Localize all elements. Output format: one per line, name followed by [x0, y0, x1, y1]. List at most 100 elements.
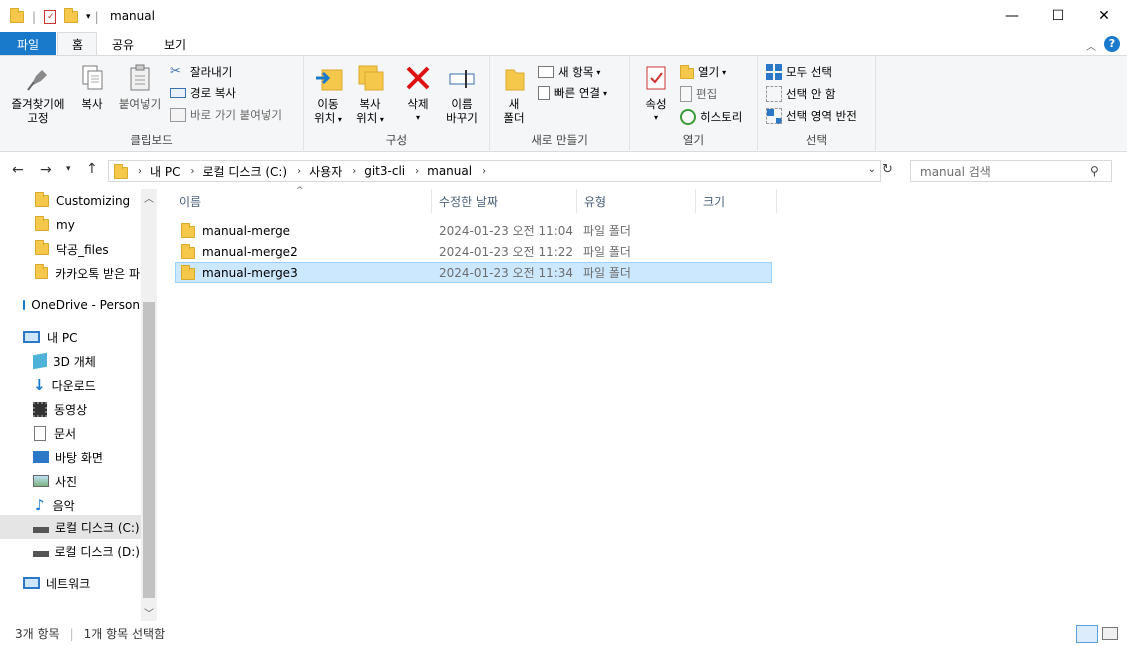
table-row[interactable]: manual-merge2 2024-01-23 오전 11:22 파일 폴더: [175, 241, 772, 262]
nav-item-drive-c[interactable]: 로컬 디스크 (C:): [0, 515, 141, 539]
search-input[interactable]: manual 검색: [910, 160, 1112, 182]
close-button[interactable]: ✕: [1081, 0, 1127, 32]
nav-item-documents[interactable]: 문서: [0, 421, 140, 445]
customize-dropdown-icon[interactable]: ▾: [86, 12, 91, 22]
up-arrow-icon[interactable]: ↑: [86, 161, 98, 177]
table-row-selected[interactable]: manual-merge3 2024-01-23 오전 11:34 파일 폴더: [175, 262, 772, 283]
nav-label: 사진: [55, 474, 78, 489]
open-folder-icon: [680, 65, 694, 79]
select-none-button[interactable]: 선택 안 함: [766, 84, 836, 104]
easy-access-button[interactable]: 빠른 연결 ▾: [538, 83, 607, 103]
invert-selection-button[interactable]: 선택 영역 반전: [766, 106, 857, 126]
copy-button[interactable]: 복사: [74, 62, 110, 111]
nav-item-quick[interactable]: 닥공_files: [0, 237, 140, 261]
cut-button[interactable]: ✂ 잘라내기: [170, 62, 232, 82]
computer-icon: [23, 331, 40, 343]
nav-item-desktop[interactable]: 바탕 화면: [0, 445, 140, 469]
breadcrumb-item[interactable]: 내 PC: [150, 163, 180, 180]
paste-shortcut-button[interactable]: 바로 가기 붙여넣기: [170, 105, 282, 125]
tab-view[interactable]: 보기: [150, 32, 200, 56]
column-header-size[interactable]: 크기: [696, 189, 777, 213]
breadcrumb-item[interactable]: git3-cli: [364, 164, 405, 178]
forward-arrow-icon[interactable]: →: [40, 162, 52, 178]
history-icon: [680, 109, 696, 125]
nav-item-drive-d[interactable]: 로컬 디스크 (D:): [0, 539, 140, 563]
history-button[interactable]: 히스토리: [680, 107, 742, 127]
new-item-button[interactable]: 새 항목 ▾: [538, 62, 600, 82]
nav-label: 로컬 디스크 (C:): [55, 520, 140, 535]
location-folder-icon: [114, 163, 128, 179]
nav-item-this-pc[interactable]: 내 PC: [0, 325, 140, 349]
scrollbar-thumb[interactable]: [143, 302, 155, 598]
column-header-modified[interactable]: 수정한 날짜: [432, 189, 577, 213]
open-label: 열기: [698, 65, 720, 79]
tab-file[interactable]: 파일: [0, 32, 56, 56]
nav-item-videos[interactable]: 동영상: [0, 397, 140, 421]
minimize-button[interactable]: —: [989, 0, 1035, 32]
tab-share[interactable]: 공유: [98, 32, 148, 56]
details-view-icon[interactable]: [1076, 625, 1098, 643]
column-header-name[interactable]: 이름: [175, 189, 432, 213]
move-to-icon: [316, 69, 343, 91]
copy-to-label-line1: 복사: [359, 97, 381, 111]
nav-item-pictures[interactable]: 사진: [0, 469, 140, 493]
address-box[interactable]: › 내 PC › 로컬 디스크 (C:) › 사용자 › git3-cli › …: [108, 160, 881, 182]
help-icon[interactable]: ?: [1104, 36, 1120, 52]
breadcrumb-item[interactable]: 로컬 디스크 (C:): [202, 163, 287, 180]
breadcrumb-item[interactable]: 사용자: [309, 163, 342, 180]
table-row[interactable]: manual-merge 2024-01-23 오전 11:04 파일 폴더: [175, 220, 772, 241]
copy-label: 복사: [81, 97, 103, 111]
select-none-icon: [766, 86, 782, 102]
rename-label-line1: 이름: [451, 97, 473, 111]
nav-item-network[interactable]: 네트워크: [0, 571, 140, 595]
file-list: ^ 이름 수정한 날짜 유형 크기 manual-merge 2024-01-2…: [158, 186, 1127, 621]
back-arrow-icon[interactable]: ←: [12, 162, 24, 178]
properties-button[interactable]: 속성 ▾: [636, 62, 676, 125]
recent-locations-icon[interactable]: ▾: [66, 164, 71, 174]
select-all-button[interactable]: 모두 선택: [766, 62, 832, 82]
edit-button[interactable]: 편집: [680, 84, 717, 104]
new-folder-label-line2: 폴더: [503, 111, 525, 125]
nav-label: 내 PC: [47, 330, 78, 345]
organize-group: 이동 위치 ▾ 복사 위치 ▾ 삭제 ▾ 이름 바꾸기 구성: [304, 56, 490, 152]
nav-label: OneDrive - Person: [31, 298, 140, 312]
scissors-icon: ✂: [170, 64, 181, 79]
nav-item-quick[interactable]: my: [0, 213, 140, 237]
copy-to-button[interactable]: 복사 위치 ▾: [350, 62, 390, 127]
properties-icon[interactable]: ✓: [44, 10, 57, 24]
new-folder-icon[interactable]: [64, 8, 79, 23]
column-header-type[interactable]: 유형: [577, 189, 696, 213]
scroll-down-icon[interactable]: ﹀: [144, 605, 154, 620]
collapse-ribbon-icon[interactable]: ︿: [1086, 38, 1096, 53]
nav-item-3d-objects[interactable]: 3D 개체: [0, 349, 140, 373]
paste-shortcut-label: 바로 가기 붙여넣기: [190, 108, 282, 122]
tab-home[interactable]: 홈: [57, 32, 97, 56]
invert-selection-icon: [766, 108, 782, 124]
rename-button[interactable]: 이름 바꾸기: [440, 62, 484, 125]
paste-button[interactable]: 붙여넣기: [114, 62, 166, 111]
folder-icon: [181, 244, 195, 259]
nav-item-music[interactable]: ♪ 음악: [0, 493, 140, 517]
nav-item-downloads[interactable]: ↓ 다운로드: [0, 373, 140, 397]
large-icons-view-icon[interactable]: [1102, 627, 1118, 640]
maximize-button[interactable]: ☐: [1035, 0, 1081, 32]
nav-item-quick[interactable]: Customizing: [0, 189, 140, 213]
nav-item-onedrive[interactable]: OneDrive - Person: [0, 293, 140, 317]
nav-scrollbar[interactable]: ︿ ﹀: [141, 189, 157, 621]
breadcrumb-item[interactable]: manual: [427, 164, 472, 178]
pin-button[interactable]: 즐겨찾기에 고정: [6, 62, 70, 125]
scroll-up-icon[interactable]: ︿: [144, 190, 154, 205]
breadcrumb-separator: ›: [190, 165, 195, 177]
open-button[interactable]: 열기 ▾: [680, 62, 726, 82]
refresh-icon[interactable]: ↻: [882, 162, 900, 182]
copy-path-button[interactable]: 경로 복사: [170, 83, 236, 103]
delete-button[interactable]: 삭제 ▾: [400, 62, 436, 125]
film-icon: [33, 401, 47, 417]
download-arrow-icon: ↓: [33, 376, 46, 394]
nav-label: 로컬 디스크 (D:): [54, 544, 140, 559]
new-folder-button[interactable]: 새 폴더: [496, 62, 532, 125]
new-folder-label-line1: 새: [508, 97, 520, 111]
address-dropdown-icon[interactable]: ⌄: [868, 164, 876, 175]
nav-item-quick[interactable]: 카카오톡 받은 파: [0, 261, 140, 285]
move-to-button[interactable]: 이동 위치 ▾: [308, 62, 348, 127]
